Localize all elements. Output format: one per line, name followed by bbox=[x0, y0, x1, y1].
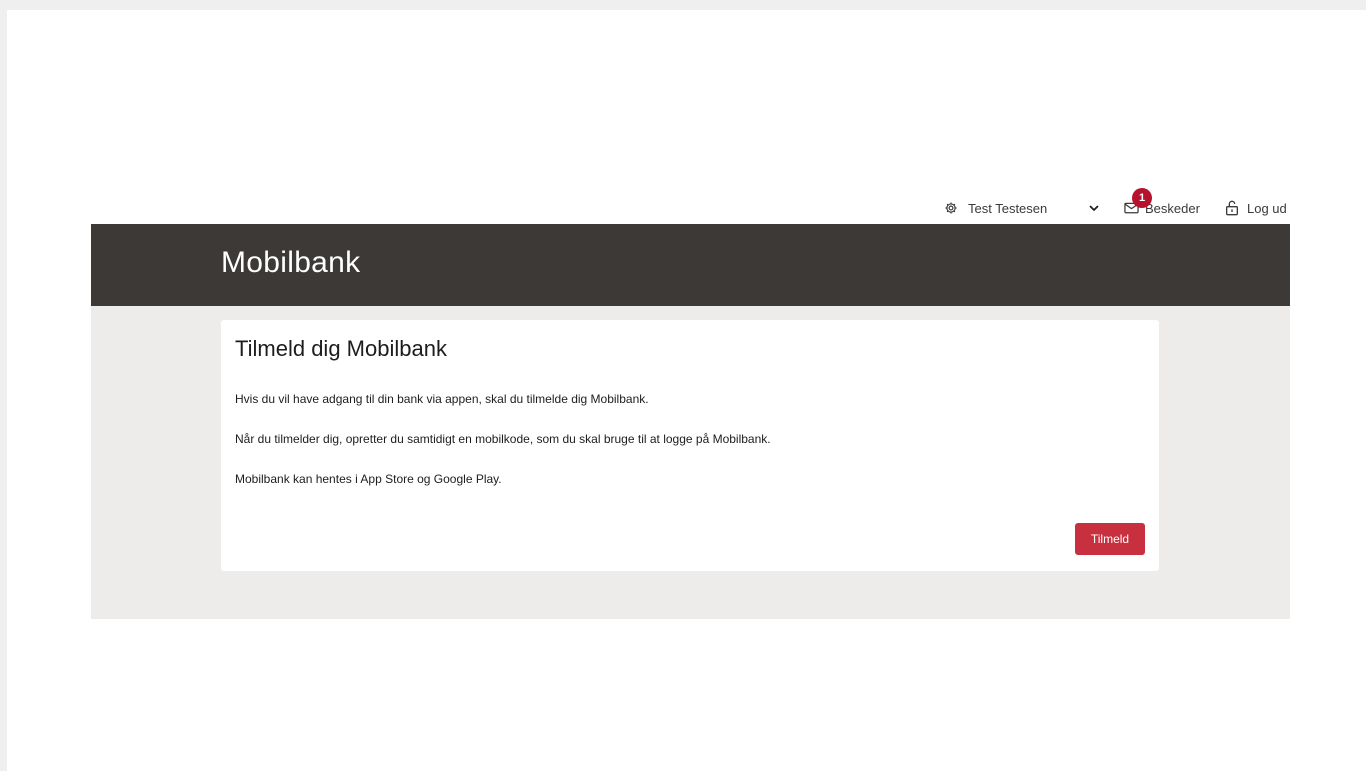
lock-icon bbox=[1225, 200, 1239, 216]
user-name: Test Testesen bbox=[968, 200, 1048, 216]
messages-icon-wrap: 1 bbox=[1124, 188, 1152, 214]
content-area: Tilmeld dig Mobilbank Hvis du vil have a… bbox=[91, 306, 1290, 619]
enrollment-card: Tilmeld dig Mobilbank Hvis du vil have a… bbox=[221, 320, 1159, 571]
card-title: Tilmeld dig Mobilbank bbox=[235, 336, 447, 361]
enroll-button[interactable]: Tilmeld bbox=[1075, 523, 1145, 555]
user-dropdown-toggle[interactable] bbox=[1088, 188, 1100, 228]
user-settings-menu[interactable]: Test Testesen bbox=[944, 188, 1047, 228]
logout-label: Log ud bbox=[1247, 200, 1287, 216]
top-navigation: Test Testesen 1 Beskeder Log ud bbox=[7, 188, 1366, 228]
card-paragraph: Hvis du vil have adgang til din bank via… bbox=[235, 392, 649, 406]
messages-link[interactable]: 1 Beskeder bbox=[1124, 188, 1200, 228]
card-paragraph: Mobilbank kan hentes i App Store og Goog… bbox=[235, 472, 502, 486]
messages-label: Beskeder bbox=[1145, 200, 1200, 216]
card-paragraph: Når du tilmelder dig, opretter du samtid… bbox=[235, 432, 771, 446]
browser-viewport: Test Testesen 1 Beskeder Log ud Mobilban… bbox=[7, 10, 1366, 771]
logout-link[interactable]: Log ud bbox=[1225, 188, 1287, 228]
page-header-banner: Mobilbank bbox=[91, 224, 1290, 306]
messages-badge: 1 bbox=[1132, 188, 1152, 208]
chevron-down-icon bbox=[1088, 202, 1100, 214]
gear-icon bbox=[944, 201, 958, 215]
page-title: Mobilbank bbox=[221, 246, 361, 279]
